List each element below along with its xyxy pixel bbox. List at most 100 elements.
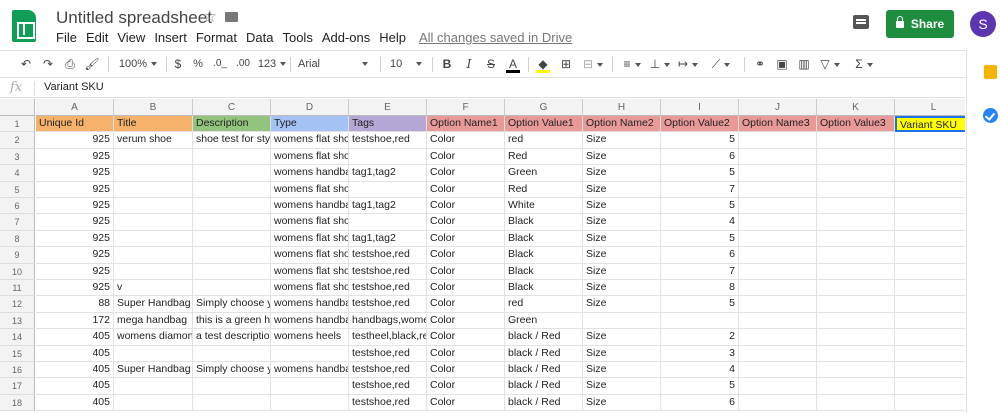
- table-cell[interactable]: [193, 247, 271, 264]
- table-cell[interactable]: [114, 198, 193, 215]
- table-cell[interactable]: [114, 230, 193, 248]
- table-cell[interactable]: 925: [36, 181, 114, 198]
- table-cell[interactable]: [193, 263, 271, 280]
- table-cell[interactable]: womens flat shoes and sandals: [271, 148, 349, 166]
- table-cell[interactable]: tag1,tag2: [349, 230, 427, 248]
- row-header[interactable]: 8: [0, 230, 35, 248]
- table-cell[interactable]: [193, 378, 271, 395]
- table-cell[interactable]: Size: [583, 296, 661, 313]
- table-cell[interactable]: [895, 378, 965, 395]
- row-header[interactable]: 16: [0, 362, 35, 379]
- table-cell[interactable]: tag1,tag2: [349, 198, 427, 215]
- table-cell[interactable]: [817, 263, 895, 280]
- document-title[interactable]: Untitled spreadsheet: [56, 8, 212, 28]
- table-cell[interactable]: [739, 362, 817, 379]
- menu-view[interactable]: View: [117, 30, 145, 45]
- table-cell[interactable]: Color: [427, 132, 505, 149]
- table-cell[interactable]: Color: [427, 247, 505, 264]
- column-header-3[interactable]: D: [271, 99, 349, 116]
- table-cell[interactable]: Simply choose yo: [193, 362, 271, 379]
- table-cell[interactable]: [895, 362, 965, 379]
- percent-button[interactable]: %: [192, 56, 204, 72]
- table-cell[interactable]: testshoe,red: [349, 362, 427, 379]
- link-icon[interactable]: ⚭: [752, 56, 768, 72]
- table-cell[interactable]: this is a green ha: [193, 312, 271, 330]
- table-cell[interactable]: [895, 149, 965, 166]
- increase-decimal-button[interactable]: .00: [234, 56, 252, 72]
- table-cell[interactable]: womens handba: [271, 198, 349, 215]
- column-header-5[interactable]: F: [427, 99, 505, 116]
- table-cell[interactable]: womens handbag: [271, 362, 349, 379]
- table-cell[interactable]: womens flat shoes and sandals: [271, 181, 349, 198]
- table-cell[interactable]: Size: [583, 394, 661, 412]
- table-cell[interactable]: 5: [661, 296, 739, 313]
- table-cell[interactable]: [193, 148, 271, 166]
- row-header[interactable]: 5: [0, 181, 35, 198]
- table-cell[interactable]: [114, 394, 193, 412]
- menu-help[interactable]: Help: [379, 30, 406, 45]
- table-cell[interactable]: testshoe,red: [349, 394, 427, 412]
- table-cell[interactable]: [193, 198, 271, 215]
- table-cell[interactable]: Size: [583, 132, 661, 149]
- table-cell[interactable]: 925: [36, 280, 114, 297]
- table-cell[interactable]: testheel,black,re: [349, 329, 427, 346]
- table-cell[interactable]: Super Handbag: [114, 362, 193, 379]
- insert-chart-icon[interactable]: ▥: [796, 56, 812, 72]
- table-cell[interactable]: 5: [661, 378, 739, 395]
- header-cell[interactable]: Option Value1: [505, 116, 583, 133]
- table-cell[interactable]: Color: [427, 378, 505, 395]
- column-header-0[interactable]: A: [36, 99, 114, 116]
- save-status[interactable]: All changes saved in Drive: [419, 30, 572, 45]
- table-cell[interactable]: red: [505, 132, 583, 149]
- strikethrough-button[interactable]: S: [484, 56, 498, 72]
- header-cell[interactable]: Unique Id: [36, 116, 114, 133]
- font-select[interactable]: Arial: [298, 56, 374, 72]
- table-cell[interactable]: 925: [36, 132, 114, 149]
- header-cell[interactable]: Option Name2: [583, 116, 661, 133]
- row-header[interactable]: 14: [0, 329, 35, 346]
- table-cell[interactable]: Size: [583, 378, 661, 395]
- table-cell[interactable]: [895, 231, 965, 248]
- header-cell[interactable]: Variant SKU: [895, 116, 965, 133]
- fill-color-icon[interactable]: ◆: [536, 56, 550, 73]
- filter-icon[interactable]: ▽: [818, 56, 842, 72]
- table-cell[interactable]: testshoe,red: [349, 296, 427, 313]
- table-cell[interactable]: testshoe,red: [349, 132, 427, 149]
- table-cell[interactable]: Simply choose yo: [193, 296, 271, 313]
- table-cell[interactable]: Size: [583, 345, 661, 362]
- table-cell[interactable]: 405: [36, 394, 114, 412]
- table-cell[interactable]: womens flat shoe: [271, 132, 349, 149]
- table-cell[interactable]: Size: [583, 214, 661, 231]
- table-cell[interactable]: [817, 230, 895, 248]
- row-header[interactable]: 10: [0, 263, 35, 280]
- table-cell[interactable]: [739, 165, 817, 182]
- table-cell[interactable]: [817, 214, 895, 231]
- table-cell[interactable]: [895, 346, 965, 362]
- table-cell[interactable]: testshoe,red: [349, 280, 427, 297]
- select-all-corner[interactable]: [0, 99, 35, 116]
- column-header-2[interactable]: C: [193, 99, 271, 116]
- table-cell[interactable]: testshoe,red: [349, 345, 427, 362]
- table-cell[interactable]: Size: [583, 165, 661, 182]
- table-cell[interactable]: [817, 378, 895, 395]
- table-cell[interactable]: tag1,tag2: [349, 165, 427, 182]
- sheets-logo-icon[interactable]: [12, 10, 36, 42]
- table-cell[interactable]: Black: [505, 214, 583, 231]
- table-cell[interactable]: [739, 148, 817, 166]
- table-cell[interactable]: 6: [661, 148, 739, 166]
- column-header-8[interactable]: I: [661, 99, 739, 116]
- table-cell[interactable]: [114, 165, 193, 182]
- row-header[interactable]: 7: [0, 214, 35, 231]
- table-cell[interactable]: [817, 280, 895, 297]
- table-cell[interactable]: [817, 148, 895, 166]
- table-cell[interactable]: [739, 378, 817, 395]
- table-cell[interactable]: [739, 181, 817, 198]
- table-cell[interactable]: [114, 181, 193, 198]
- folder-icon[interactable]: [225, 12, 238, 22]
- italic-button[interactable]: I: [462, 56, 476, 72]
- table-cell[interactable]: 4: [661, 362, 739, 379]
- table-cell[interactable]: [271, 378, 349, 395]
- header-cell[interactable]: Tags: [349, 116, 427, 133]
- table-cell[interactable]: testshoe,red: [349, 263, 427, 280]
- table-cell[interactable]: [895, 165, 965, 182]
